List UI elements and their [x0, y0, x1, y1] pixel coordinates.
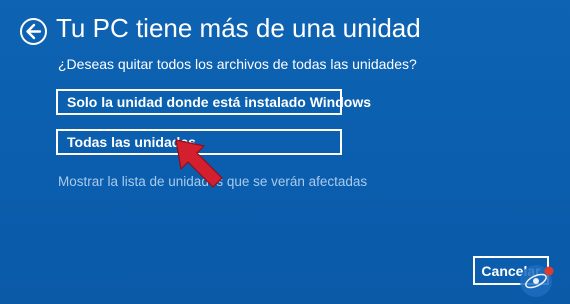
back-arrow-icon[interactable] [19, 17, 48, 46]
logo-icon [520, 265, 554, 297]
page-title: Tu PC tiene más de una unidad [56, 13, 421, 43]
reset-pc-dialog: Tu PC tiene más de una unidad ¿Deseas qu… [0, 0, 570, 304]
only-windows-drive-button[interactable]: Solo la unidad donde está instalado Wind… [56, 89, 371, 115]
question-text: ¿Deseas quitar todos los archivos de tod… [58, 56, 417, 72]
red-pointer-arrow-icon [175, 139, 223, 188]
